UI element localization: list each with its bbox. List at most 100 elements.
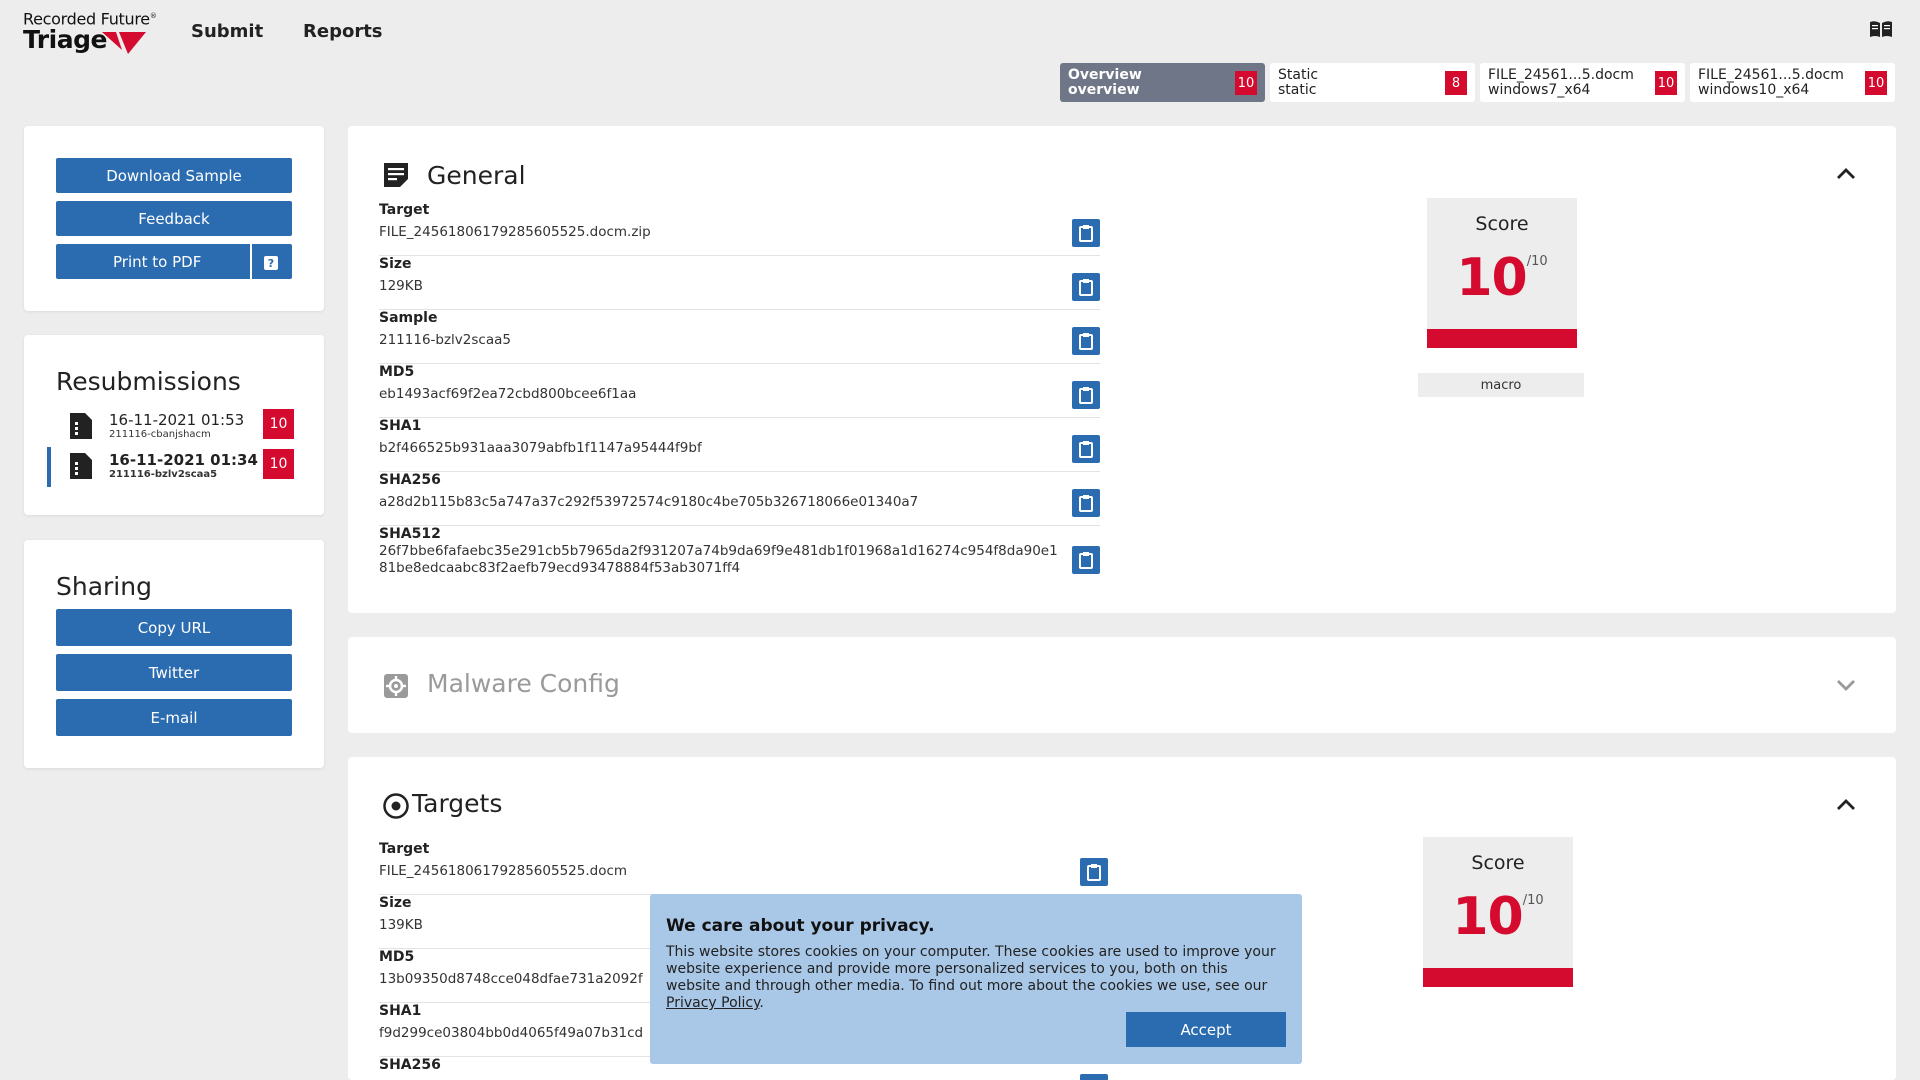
field-md5: MD5 eb1493acf69f2ea72cbd800bcee6f1aa: [379, 364, 1100, 418]
score-box: Score 10/10: [1427, 198, 1577, 348]
field-sha512: SHA512 26f7bbe6fafaebc35e291cb5b7965da2f…: [379, 526, 1100, 586]
privacy-policy-link[interactable]: Privacy Policy: [666, 995, 759, 1011]
clipboard-icon: [1079, 495, 1093, 512]
clipboard-icon: [1079, 441, 1093, 458]
sharing-card: Sharing Copy URL Twitter E-mail: [24, 540, 324, 768]
gear-icon: [384, 674, 408, 698]
copy-button[interactable]: [1072, 546, 1100, 574]
copy-button[interactable]: [1072, 219, 1100, 247]
email-share-button[interactable]: E-mail: [56, 699, 292, 736]
copy-button[interactable]: [1080, 1074, 1108, 1080]
resubmission-date: 16-11-2021 01:34: [109, 451, 258, 469]
top-bar: Recorded Future® Triage Submit Reports: [0, 0, 1920, 60]
copy-button[interactable]: [1072, 489, 1100, 517]
docs-book-icon[interactable]: [1869, 20, 1893, 40]
clipboard-icon: [1079, 552, 1093, 569]
clipboard-icon: [1079, 333, 1093, 350]
resubmission-date: 16-11-2021 01:53: [109, 411, 245, 429]
malware-config-panel[interactable]: Malware Config: [348, 637, 1896, 733]
field-label: Size: [379, 256, 412, 272]
copy-button[interactable]: [1072, 435, 1100, 463]
score-number: 10: [1456, 248, 1527, 308]
tab-overview[interactable]: Overview overview 10: [1060, 63, 1265, 102]
tag-macro[interactable]: macro: [1418, 373, 1584, 397]
field-value: FILE_24561806179285605525.docm.zip: [379, 224, 651, 240]
field-value: a28d2b115b83c5a747a37c292f53972574c9180c…: [379, 494, 919, 510]
score-badge: 10: [1865, 71, 1887, 95]
feedback-button[interactable]: Feedback: [56, 201, 292, 236]
cookie-text: This website stores cookies on your comp…: [666, 944, 1286, 1012]
resubmission-item[interactable]: 16-11-2021 01:53 211116-cbanjshacm 10: [24, 409, 324, 449]
resubmissions-title: Resubmissions: [56, 367, 241, 396]
triage-logo-icon: [102, 32, 146, 54]
tab-windows10[interactable]: FILE_24561...5.docm windows10_x64 10: [1690, 63, 1895, 102]
tab-title: FILE_24561...5.docm: [1698, 67, 1844, 83]
score-badge: 10: [1655, 71, 1677, 95]
field-label: Target: [379, 841, 430, 857]
clipboard-icon: [1079, 387, 1093, 404]
score-value: 10/10: [1423, 887, 1573, 947]
twitter-share-button[interactable]: Twitter: [56, 654, 292, 691]
resubmissions-card: Resubmissions 16-11-2021 01:53 211116-cb…: [24, 335, 324, 515]
score-label: Score: [1471, 852, 1525, 874]
download-sample-button[interactable]: Download Sample: [56, 158, 292, 193]
document-icon: [70, 453, 92, 479]
tab-subtitle: overview: [1068, 82, 1140, 98]
current-indicator: [47, 447, 51, 487]
score-value: 10/10: [1427, 248, 1577, 308]
target-icon: [383, 793, 409, 819]
general-title: General: [427, 161, 526, 190]
score-badge: 10: [1235, 71, 1257, 95]
copy-button[interactable]: [1080, 858, 1108, 886]
field-value: 129KB: [379, 278, 423, 294]
resubmission-id: 211116-bzlv2scaa5: [109, 469, 218, 480]
tab-subtitle: windows10_x64: [1698, 82, 1810, 98]
score-badge: 10: [263, 409, 294, 439]
resubmission-id: 211116-cbanjshacm: [109, 429, 211, 440]
tab-windows7[interactable]: FILE_24561...5.docm windows7_x64 10: [1480, 63, 1685, 102]
collapse-chevron-up-icon[interactable]: [1834, 793, 1858, 817]
score-number: 10: [1452, 887, 1523, 947]
copy-button[interactable]: [1072, 327, 1100, 355]
field-label: SHA256: [379, 472, 441, 488]
field-target: Target FILE_24561806179285605525.docm: [379, 841, 1108, 895]
nav-submit[interactable]: Submit: [191, 21, 263, 42]
malware-config-title: Malware Config: [427, 669, 620, 698]
field-value-continued: 81be8edcaabc83f2aefb79ecd93478884f53ab30…: [379, 560, 741, 576]
copy-button[interactable]: [1072, 273, 1100, 301]
collapse-chevron-up-icon[interactable]: [1834, 162, 1858, 186]
help-icon[interactable]: ?: [264, 256, 278, 270]
field-value: FILE_24561806179285605525.docm: [379, 863, 628, 879]
field-label: Sample: [379, 310, 438, 326]
field-value: b2f466525b931aaa3079abfb1f1147a95444f9bf: [379, 440, 702, 456]
clipboard-icon: [1087, 864, 1101, 881]
expand-chevron-down-icon[interactable]: [1834, 673, 1858, 697]
score-bar: [1427, 329, 1577, 348]
field-sample: Sample 211116-bzlv2scaa5: [379, 310, 1100, 364]
score-badge: 8: [1445, 71, 1467, 95]
nav-reports[interactable]: Reports: [303, 21, 383, 42]
field-label: MD5: [379, 364, 415, 380]
tab-title: FILE_24561...5.docm: [1488, 67, 1634, 83]
score-box: Score 10/10: [1423, 837, 1573, 987]
tab-subtitle: windows7_x64: [1488, 82, 1591, 98]
accept-cookies-button[interactable]: Accept: [1126, 1012, 1286, 1047]
copy-button[interactable]: [1072, 381, 1100, 409]
general-panel: General Target FILE_24561806179285605525…: [348, 126, 1896, 613]
copy-url-button[interactable]: Copy URL: [56, 609, 292, 646]
tab-static[interactable]: Static static 8: [1270, 63, 1475, 102]
clipboard-icon: [1079, 225, 1093, 242]
actions-card: Download Sample Feedback Print to PDF ?: [24, 126, 324, 311]
general-info-icon: [384, 163, 408, 187]
resubmission-item-current[interactable]: 16-11-2021 01:34 211116-bzlv2scaa5 10: [24, 447, 324, 489]
brand-registered-mark: ®: [149, 12, 157, 20]
field-value: 211116-bzlv2scaa5: [379, 332, 511, 348]
tab-title: Static: [1278, 67, 1319, 83]
print-to-pdf-label: Print to PDF: [113, 252, 202, 271]
score-badge: 10: [263, 449, 294, 479]
logo[interactable]: Recorded Future® Triage: [23, 8, 163, 56]
score-label: Score: [1475, 213, 1529, 235]
field-sha1: SHA1 b2f466525b931aaa3079abfb1f1147a9544…: [379, 418, 1100, 472]
print-to-pdf-button[interactable]: Print to PDF ?: [56, 244, 292, 279]
tab-subtitle: static: [1278, 82, 1317, 98]
